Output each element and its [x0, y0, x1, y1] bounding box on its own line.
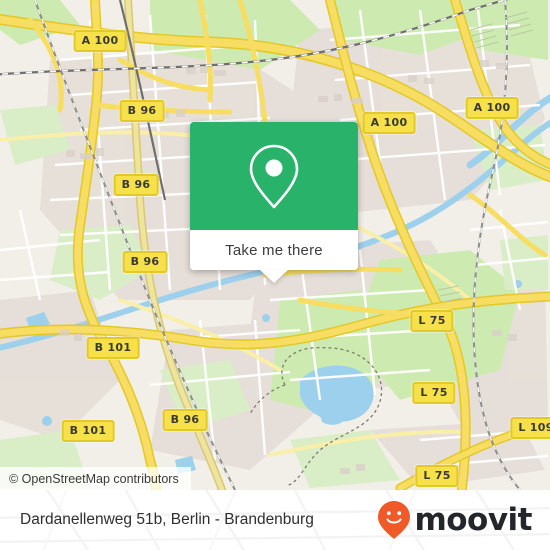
moovit-wordmark: moovit	[414, 501, 532, 538]
moovit-smiley-pin-icon	[378, 501, 411, 539]
road-shield: B 96	[122, 251, 168, 273]
map-share-card: A 100 B 96 B 96 B 96 A 100 A 100 B 101 B…	[0, 0, 550, 550]
road-shield: B 96	[113, 174, 159, 196]
road-shield: A 100	[465, 97, 519, 119]
road-shield: B 96	[119, 100, 165, 122]
road-shield: L 109	[510, 417, 550, 439]
road-shield: A 100	[362, 112, 416, 134]
footer-bar: Dardanellenweg 51b, Berlin - Brandenburg…	[0, 490, 550, 550]
road-shield: L 75	[415, 465, 459, 487]
road-shield: B 101	[61, 420, 115, 442]
road-shield: A 100	[73, 30, 127, 52]
road-shield: B 96	[162, 409, 208, 431]
popup-icon-panel	[190, 122, 358, 230]
road-shield: L 75	[410, 310, 454, 332]
road-shield: L 75	[412, 382, 456, 404]
popup-tail-arrow	[260, 270, 288, 283]
road-shield: B 101	[86, 337, 140, 359]
address-label: Dardanellenweg 51b, Berlin - Brandenburg	[20, 511, 314, 528]
osm-attribution[interactable]: © OpenStreetMap contributors	[0, 467, 191, 490]
popup-action-panel[interactable]: Take me there	[190, 230, 358, 283]
map-canvas[interactable]: A 100 B 96 B 96 B 96 A 100 A 100 B 101 B…	[0, 0, 550, 490]
map-pin-icon	[249, 144, 299, 209]
location-popup-card[interactable]: Take me there	[190, 122, 358, 283]
take-me-there-label: Take me there	[225, 241, 323, 259]
moovit-logo[interactable]: moovit	[377, 500, 550, 540]
